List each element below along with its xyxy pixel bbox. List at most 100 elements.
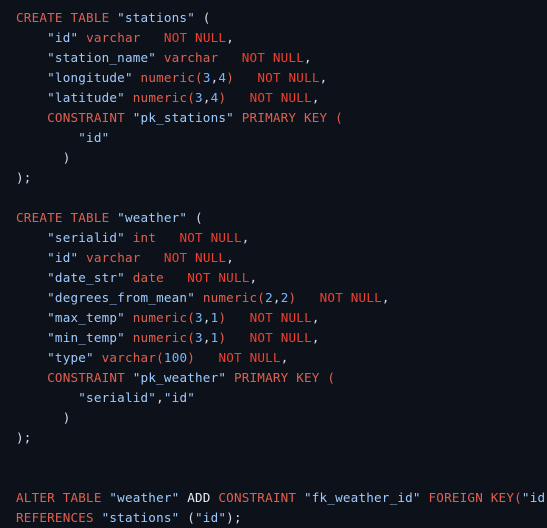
code-line: "id" varchar NOT NULL, bbox=[16, 28, 547, 48]
code-token: ) bbox=[226, 70, 235, 85]
code-token: 3 bbox=[195, 330, 203, 345]
code-line: "min_temp" numeric(3,1) NOT NULL, bbox=[16, 328, 547, 348]
code-line: CREATE TABLE "weather" ( bbox=[16, 208, 547, 228]
code-token: "weather" bbox=[109, 490, 180, 505]
code-token: , bbox=[241, 230, 250, 245]
code-token: ( bbox=[195, 70, 203, 85]
code-token: "weather" bbox=[117, 210, 188, 225]
code-token: , bbox=[304, 50, 312, 65]
code-token: , bbox=[280, 350, 289, 365]
code-token: ( bbox=[156, 350, 164, 365]
code-token: ( bbox=[327, 370, 336, 385]
code-token: , bbox=[156, 390, 164, 405]
code-line: "max_temp" numeric(3,1) NOT NULL, bbox=[16, 308, 547, 328]
code-token: varchar bbox=[101, 350, 157, 365]
code-token: PRIMARY KEY bbox=[241, 110, 336, 125]
code-token: "degrees_from_mean" bbox=[47, 290, 196, 305]
code-token: "id" bbox=[47, 250, 79, 265]
code-token: NOT NULL bbox=[187, 270, 250, 285]
code-token: ); bbox=[226, 510, 242, 525]
code-line: "id" varchar NOT NULL, bbox=[16, 248, 547, 268]
code-line: "longitude" numeric(3,4) NOT NULL, bbox=[16, 68, 547, 88]
code-token: "id" bbox=[163, 390, 196, 405]
code-line: ); bbox=[16, 168, 547, 188]
code-token: NOT NULL bbox=[163, 30, 227, 45]
code-line: ) bbox=[16, 408, 547, 428]
code-token: 3 bbox=[202, 70, 211, 85]
code-token: , bbox=[202, 330, 211, 345]
code-token: , bbox=[311, 90, 320, 105]
code-line: "station_name" varchar NOT NULL, bbox=[16, 48, 547, 68]
code-token: ( bbox=[179, 510, 196, 525]
sql-code-view[interactable]: CREATE TABLE "stations" ( "id" varchar N… bbox=[0, 0, 547, 525]
code-token: NOT NULL bbox=[218, 350, 281, 365]
code-token: NOT NULL bbox=[249, 90, 312, 105]
code-line: "degrees_from_mean" numeric(2,2) NOT NUL… bbox=[16, 288, 547, 308]
code-line: "type" varchar(100) NOT NULL, bbox=[16, 348, 547, 368]
code-token: , bbox=[202, 310, 211, 325]
code-token: , bbox=[311, 330, 320, 345]
code-token: NOT NULL bbox=[241, 50, 304, 65]
code-token: varchar bbox=[86, 30, 141, 45]
code-token: ( bbox=[335, 110, 343, 125]
code-token: numeric bbox=[132, 310, 188, 325]
code-token: "longitude" bbox=[47, 70, 133, 85]
code-token: , bbox=[202, 90, 211, 105]
code-token: "stations" bbox=[101, 510, 180, 525]
code-token: "latitude" bbox=[47, 90, 125, 105]
code-token: FOREIGN KEY bbox=[428, 490, 515, 505]
code-token: , bbox=[311, 310, 320, 325]
code-token: 100 bbox=[163, 350, 188, 365]
code-token: ( bbox=[187, 310, 196, 325]
code-token: "id" bbox=[195, 510, 227, 525]
code-token: ( bbox=[257, 290, 266, 305]
code-token: CREATE TABLE bbox=[16, 10, 118, 25]
code-token: 3 bbox=[195, 310, 203, 325]
code-token: "min_temp" bbox=[47, 330, 125, 345]
code-line: ALTER TABLE "weather" ADD CONSTRAINT "fk… bbox=[16, 488, 547, 508]
code-token: REFERENCES bbox=[16, 510, 102, 525]
code-token: CONSTRAINT bbox=[218, 490, 304, 505]
code-line: REFERENCES "stations" ("id"); bbox=[16, 508, 547, 528]
code-token: varchar bbox=[86, 250, 141, 265]
code-token: NOT NULL bbox=[249, 310, 312, 325]
code-token: "serialid" bbox=[78, 390, 157, 405]
code-token: NOT NULL bbox=[257, 70, 320, 85]
code-token: varchar bbox=[163, 50, 219, 65]
code-token: 3 bbox=[195, 90, 203, 105]
code-line: "id" bbox=[16, 128, 547, 148]
code-token: , bbox=[226, 250, 234, 265]
code-token: numeric bbox=[202, 290, 258, 305]
code-token: int bbox=[132, 230, 157, 245]
code-token: ALTER TABLE bbox=[16, 490, 110, 505]
code-token: "serialid" bbox=[47, 230, 125, 245]
code-token: "pk_stations" bbox=[132, 110, 234, 125]
code-token: "date_str" bbox=[47, 270, 125, 285]
code-line: CONSTRAINT "pk_stations" PRIMARY KEY ( bbox=[16, 108, 547, 128]
code-token: CREATE TABLE bbox=[16, 210, 118, 225]
code-token: ) bbox=[62, 150, 71, 165]
code-token: "station_name" bbox=[47, 50, 157, 65]
